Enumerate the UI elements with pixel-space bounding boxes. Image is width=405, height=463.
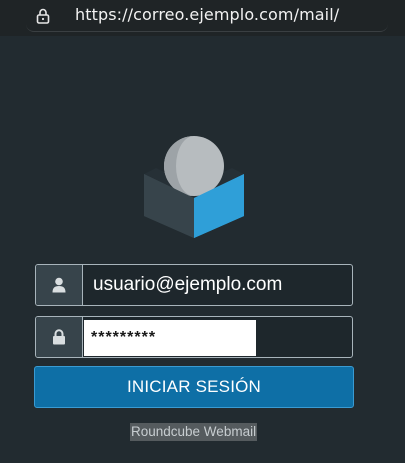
username-field[interactable]: usuario@ejemplo.com <box>35 264 353 306</box>
lock-icon <box>36 8 50 24</box>
password-field[interactable]: ********* <box>35 316 353 358</box>
roundcube-logo-icon <box>144 136 244 238</box>
user-icon <box>52 277 66 293</box>
browser-address-bar: https://correo.ejemplo.com/mail/ <box>0 0 405 36</box>
username-addon <box>36 265 83 305</box>
lock-icon <box>53 329 65 345</box>
login-button[interactable]: INICIAR SESIÓN <box>34 366 354 408</box>
url-text[interactable]: https://correo.ejemplo.com/mail/ <box>75 5 339 24</box>
username-input[interactable]: usuario@ejemplo.com <box>93 265 282 305</box>
password-addon <box>36 317 83 357</box>
password-input[interactable]: ********* <box>84 320 156 356</box>
product-name: Roundcube Webmail <box>130 423 258 441</box>
